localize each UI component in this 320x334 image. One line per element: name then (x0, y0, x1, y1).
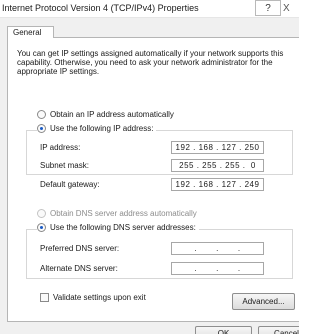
window-title: Internet Protocol Version 4 (TCP/IPv4) P… (2, 3, 199, 13)
use-following-dns-option[interactable]: Use the following DNS server addresses: (37, 223, 199, 232)
subnet-mask-field[interactable]: 255 . 255 . 255 . 0 (171, 159, 264, 172)
advanced-button[interactable]: Advanced... (232, 293, 295, 310)
obtain-dns-auto-option[interactable]: Obtain DNS server address automatically (37, 209, 197, 218)
close-button[interactable]: X (283, 0, 299, 16)
alternate-dns-field[interactable]: . . . (171, 262, 264, 275)
default-gateway-label: Default gateway: (40, 180, 100, 189)
obtain-ip-auto-radio[interactable] (37, 110, 46, 119)
validate-settings-checkbox[interactable] (40, 293, 49, 302)
ip-address-field[interactable]: 192 . 168 . 127 . 250 (171, 141, 264, 154)
help-button[interactable]: ? (255, 0, 281, 16)
default-gateway-field[interactable]: 192 . 168 . 127 . 249 (171, 178, 264, 191)
tab-general[interactable]: General (7, 26, 54, 38)
obtain-ip-auto-option[interactable]: Obtain an IP address automatically (37, 110, 174, 119)
help-icon: ? (265, 2, 271, 14)
alternate-dns-label: Alternate DNS server: (40, 264, 118, 273)
ip-address-label: IP address: (40, 143, 81, 152)
validate-settings-label: Validate settings upon exit (53, 293, 146, 302)
obtain-dns-auto-label: Obtain DNS server address automatically (50, 209, 197, 218)
use-following-dns-label: Use the following DNS server addresses: (50, 223, 196, 232)
preferred-dns-label: Preferred DNS server: (40, 244, 120, 253)
properties-dialog: Internet Protocol Version 4 (TCP/IPv4) P… (0, 0, 299, 334)
intro-text: You can get IP settings assigned automat… (17, 49, 284, 76)
preferred-dns-field[interactable]: . . . (171, 242, 264, 255)
title-bar: Internet Protocol Version 4 (TCP/IPv4) P… (0, 0, 299, 18)
cancel-button[interactable]: Cancel (258, 326, 299, 334)
obtain-dns-auto-radio[interactable] (37, 209, 46, 218)
obtain-ip-auto-label: Obtain an IP address automatically (50, 110, 174, 119)
validate-settings-option[interactable]: Validate settings upon exit (40, 293, 146, 302)
use-following-ip-radio[interactable] (37, 124, 46, 133)
close-icon: X (283, 2, 290, 14)
use-following-ip-option[interactable]: Use the following IP address: (37, 124, 157, 133)
use-following-dns-radio[interactable] (37, 223, 46, 232)
subnet-mask-label: Subnet mask: (40, 161, 89, 170)
use-following-ip-label: Use the following IP address: (50, 124, 154, 133)
ok-button[interactable]: OK (195, 326, 252, 334)
